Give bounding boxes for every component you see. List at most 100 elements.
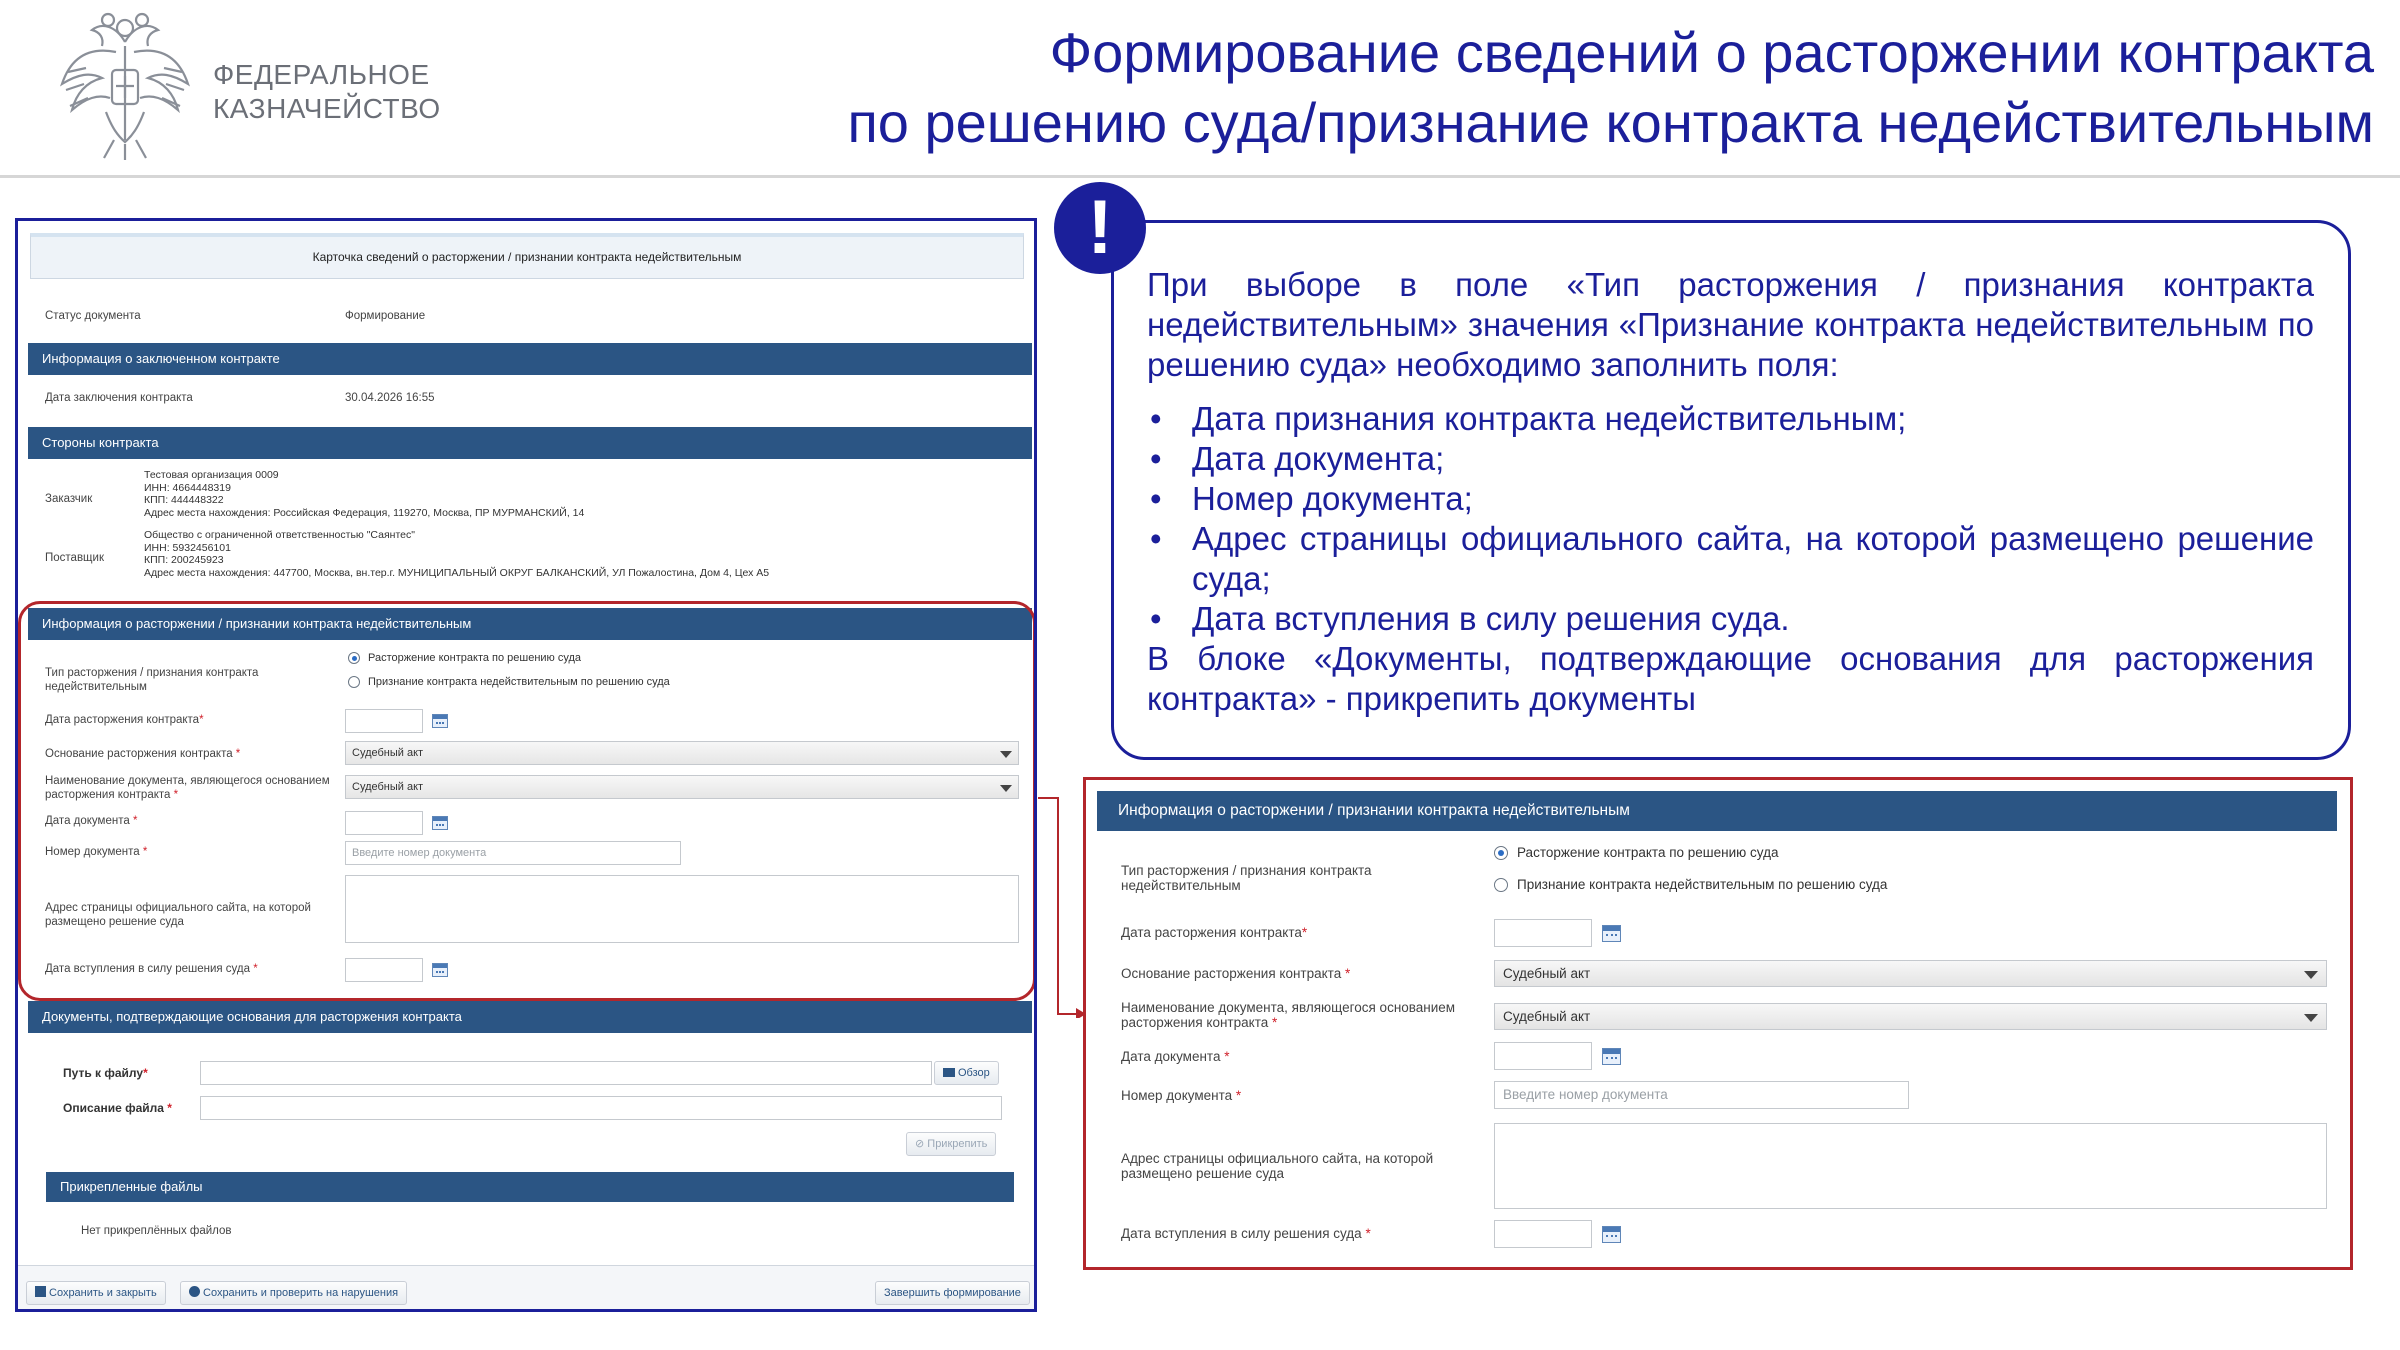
termination-date-label: Дата расторжения контракта* (45, 714, 204, 726)
info-icon (189, 1286, 200, 1297)
conclusion-date-value: 30.04.2026 16:55 (345, 392, 435, 404)
calendar-icon[interactable] (432, 816, 448, 830)
zoom-docname-select[interactable]: Судебный акт (1494, 1003, 2327, 1030)
required-fields-list: Дата признания контракта недействительны… (1147, 399, 2314, 639)
slide-title-line1: Формирование сведений о расторжении конт… (1049, 21, 2374, 84)
effective-date-input[interactable] (345, 958, 423, 982)
org-name-line2: КАЗНАЧЕЙСТВО (213, 93, 441, 124)
zoom-url-label: Адрес страницы официального сайта, на ко… (1121, 1151, 1434, 1181)
effective-date-label: Дата вступления в силу решения суда * (45, 963, 258, 975)
zoom-effective-date-input[interactable] (1494, 1220, 1592, 1248)
chevron-down-icon (1000, 751, 1012, 758)
file-desc-input[interactable] (200, 1096, 1002, 1120)
doc-date-input[interactable] (345, 811, 423, 835)
customer-line: Тестовая организация 0009 (144, 469, 279, 481)
calendar-icon[interactable] (1602, 1048, 1621, 1065)
calendar-icon[interactable] (1602, 1226, 1621, 1243)
docname-select[interactable]: Судебный акт (345, 775, 1019, 799)
section-contract-info: Информация о заключенном контракте (28, 343, 1032, 375)
zoom-doc-number-input[interactable]: Введите номер документа (1494, 1081, 1909, 1109)
type-label-line2: недействительным (45, 681, 147, 693)
type-option-termination[interactable]: Расторжение контракта по решению суда (348, 652, 581, 664)
zoom-section-termination: Информация о расторжении / признании кон… (1097, 791, 2337, 831)
file-path-input[interactable] (200, 1061, 932, 1085)
folder-icon (943, 1068, 955, 1077)
calendar-icon[interactable] (432, 963, 448, 977)
status-value: Формирование (345, 310, 426, 322)
zoom-doc-number-label: Номер документа * (1121, 1088, 1242, 1103)
list-item: Номер документа; (1147, 479, 2314, 519)
basis-select[interactable]: Судебный акт (345, 741, 1019, 765)
zoom-doc-date-input[interactable] (1494, 1042, 1592, 1070)
callout-intro: При выборе в поле «Тип расторжения / при… (1147, 266, 2314, 383)
customer-line: ИНН: 4664448319 (144, 481, 231, 494)
zoom-effective-date-label: Дата вступления в силу решения суда * (1121, 1226, 1371, 1241)
doc-number-label: Номер документа * (45, 846, 148, 858)
chevron-down-icon (2304, 1014, 2318, 1022)
docname-select-value: Судебный акт (352, 781, 424, 793)
zoom-termination-date-input[interactable] (1494, 919, 1592, 947)
org-name-line1: ФЕДЕРАЛЬНОЕ (213, 59, 430, 90)
form-screenshot: Карточка сведений о расторжении / призна… (15, 218, 1037, 1312)
section-termination: Информация о расторжении / признании кон… (28, 608, 1032, 640)
customer-details: Тестовая организация 0009 ИНН: 466444831… (144, 469, 584, 519)
supplier-details: Общество с ограниченной ответственностью… (144, 529, 769, 579)
basis-select-value: Судебный акт (352, 747, 424, 759)
exclamation-icon: ! (1054, 182, 1146, 274)
chevron-down-icon (2304, 971, 2318, 979)
radio-selected-icon[interactable] (1494, 845, 1508, 860)
url-textarea[interactable] (345, 875, 1019, 943)
list-item: Дата вступления в силу решения суда. (1147, 599, 2314, 639)
callout-outro: В блоке «Документы, подтверждающие основ… (1147, 640, 2314, 717)
slide-title-line2: по решению суда/признание контракта неде… (847, 91, 2374, 154)
no-files-text: Нет прикреплённых файлов (81, 1225, 232, 1237)
url-label: Адрес страницы официального сайта, на ко… (45, 902, 311, 928)
zoomed-termination-block: Информация о расторжении / признании кон… (1083, 777, 2353, 1270)
termination-date-input[interactable] (345, 709, 423, 733)
calendar-icon[interactable] (1602, 925, 1621, 942)
calendar-icon[interactable] (432, 714, 448, 728)
customer-line: КПП: 444448322 (144, 494, 224, 506)
finish-button[interactable]: Завершить формирование (875, 1281, 1030, 1305)
customer-label: Заказчик (45, 493, 93, 505)
radio-selected-icon[interactable] (348, 652, 360, 664)
type-option-termination-label: Расторжение контракта по решению суда (368, 652, 582, 664)
supplier-line: Общество с ограниченной ответственностью… (144, 529, 415, 541)
zoom-url-textarea[interactable] (1494, 1123, 2327, 1209)
save-check-button[interactable]: Сохранить и проверить на нарушения (180, 1281, 408, 1305)
paperclip-icon: ⊘ (915, 1138, 928, 1150)
zoom-type-option-invalid[interactable]: Признание контракта недействительным по … (1494, 877, 1887, 892)
file-path-label: Путь к файлу* (63, 1066, 148, 1080)
info-callout: При выборе в поле «Тип расторжения / при… (1111, 220, 2351, 760)
chevron-down-icon (1000, 785, 1012, 792)
section-attached-files: Прикрепленные файлы (46, 1172, 1014, 1202)
status-label: Статус документа (45, 310, 141, 322)
section-documents: Документы, подтверждающие основания для … (28, 1001, 1032, 1033)
zoom-doc-date-label: Дата документа * (1121, 1049, 1230, 1064)
supplier-line: ИНН: 5932456101 (144, 541, 231, 554)
zoom-type-label: Тип расторжения / признания контракта нед… (1121, 863, 1372, 893)
type-option-invalid[interactable]: Признание контракта недействительным по … (348, 676, 670, 688)
conclusion-date-label: Дата заключения контракта (45, 392, 193, 404)
save-close-button[interactable]: Сохранить и закрыть (26, 1281, 166, 1305)
zoom-basis-label: Основание расторжения контракта * (1121, 966, 1351, 981)
double-headed-eagle-emblem-icon (59, 12, 191, 160)
slide-header: ФЕДЕРАЛЬНОЕ КАЗНАЧЕЙСТВО Формирование св… (0, 0, 2400, 178)
browse-button[interactable]: Обзор (934, 1061, 999, 1085)
section-parties: Стороны контракта (28, 427, 1032, 459)
attach-button[interactable]: ⊘ Прикрепить (906, 1132, 997, 1156)
slide-title: Формирование сведений о расторжении конт… (847, 18, 2374, 158)
save-icon (35, 1286, 46, 1297)
zoom-type-option-termination[interactable]: Расторжение контракта по решению суда (1494, 845, 1778, 860)
org-name: ФЕДЕРАЛЬНОЕ КАЗНАЧЕЙСТВО (213, 58, 441, 126)
list-item: Адрес страницы официального сайта, на ко… (1147, 519, 2314, 599)
supplier-line: КПП: 200245923 (144, 554, 224, 566)
supplier-label: Поставщик (45, 552, 104, 564)
doc-date-label: Дата документа * (45, 815, 138, 827)
radio-empty-icon[interactable] (348, 676, 360, 688)
card-title: Карточка сведений о расторжении / призна… (30, 233, 1024, 279)
radio-empty-icon[interactable] (1494, 877, 1508, 892)
zoom-basis-select[interactable]: Судебный акт (1494, 960, 2327, 987)
doc-number-input[interactable]: Введите номер документа (345, 841, 681, 865)
basis-label: Основание расторжения контракта * (45, 748, 241, 760)
